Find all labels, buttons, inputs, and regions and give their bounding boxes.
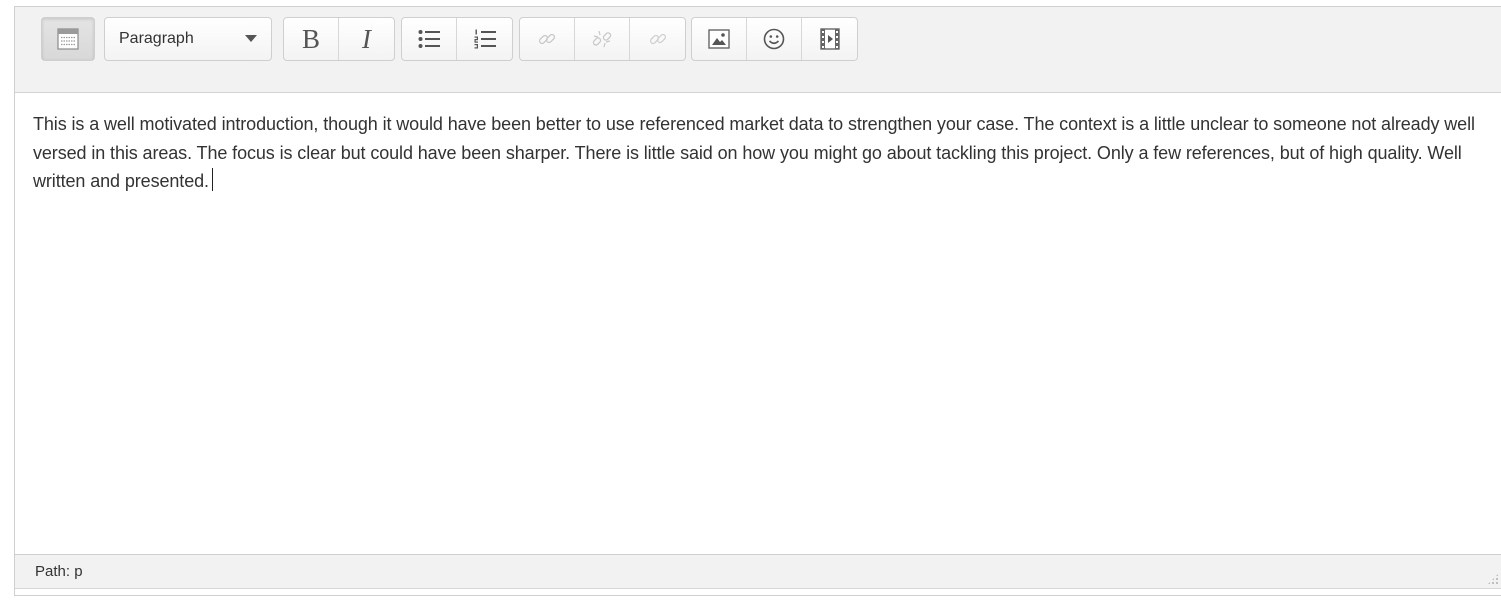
image-icon (708, 29, 730, 49)
toolbar-toggle-button[interactable] (42, 18, 94, 60)
anchor-icon (648, 29, 668, 49)
media-icon (819, 28, 840, 50)
insert-emoticon-button[interactable] (747, 18, 802, 60)
editor-statusbar: Path: p (15, 554, 1501, 589)
rich-text-editor: Paragraph B I This is a well motivated i… (14, 6, 1501, 596)
italic-label: I (362, 23, 371, 54)
resize-handle[interactable] (1487, 573, 1499, 585)
format-select-value: Paragraph (119, 30, 194, 47)
paragraph-format-select[interactable]: Paragraph (105, 18, 271, 60)
list-group (401, 17, 513, 61)
insert-image-button[interactable] (692, 18, 747, 60)
insert-media-button[interactable] (802, 18, 857, 60)
link-icon (537, 29, 557, 49)
unlink-button[interactable] (575, 18, 630, 60)
smiley-icon (763, 28, 785, 50)
bold-button[interactable]: B (284, 18, 339, 60)
editor-text: This is a well motivated introduction, t… (33, 114, 1475, 191)
link-group (519, 17, 686, 61)
chevron-down-icon (245, 35, 257, 42)
bold-label: B (301, 23, 320, 54)
numbered-list-button[interactable] (457, 18, 512, 60)
kitchen-sink-icon (57, 28, 79, 50)
numbered-list-icon (474, 29, 496, 49)
toolbar-toggle-group (41, 17, 95, 61)
text-cursor (211, 168, 213, 191)
anchor-button[interactable] (630, 18, 685, 60)
bulleted-list-button[interactable] (402, 18, 457, 60)
editor-content-area[interactable]: This is a well motivated introduction, t… (15, 94, 1501, 554)
bullet-list-icon (418, 29, 440, 49)
media-group (691, 17, 858, 61)
text-style-group: B I (283, 17, 395, 61)
italic-button[interactable]: I (339, 18, 394, 60)
unlink-icon (592, 29, 612, 49)
editor-toolbar: Paragraph B I (15, 7, 1501, 93)
link-button[interactable] (520, 18, 575, 60)
format-group: Paragraph (104, 17, 272, 61)
element-path: Path: p (35, 563, 83, 580)
